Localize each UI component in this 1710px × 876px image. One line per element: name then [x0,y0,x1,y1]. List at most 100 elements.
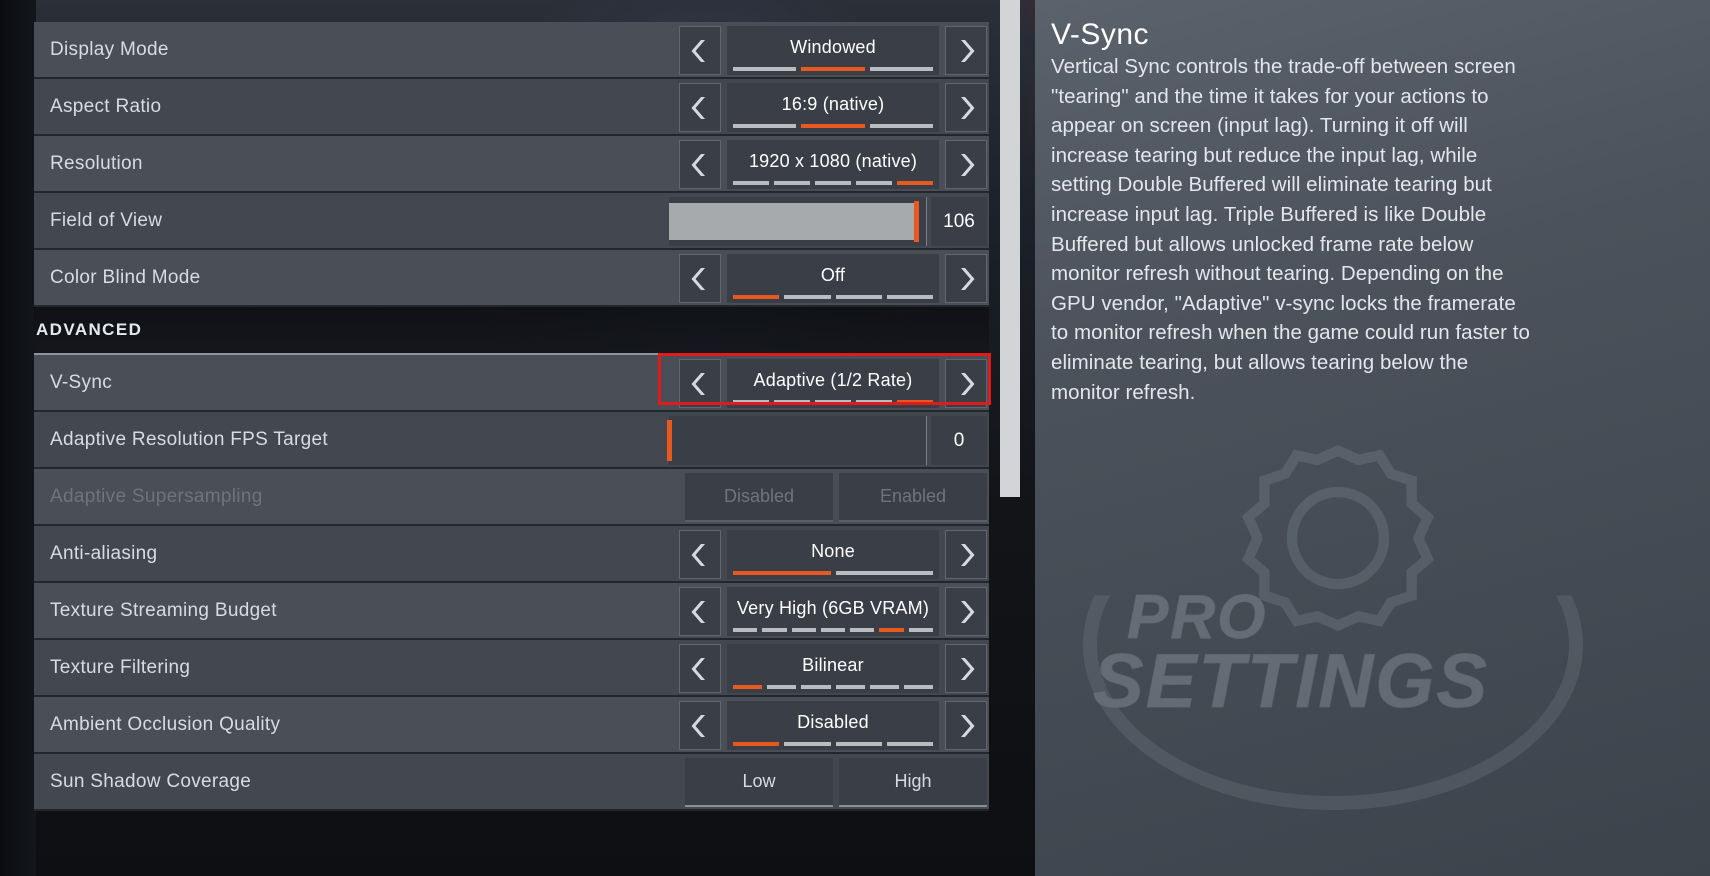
chevron-left-icon[interactable] [679,26,721,75]
chevron-left-icon[interactable] [679,530,721,579]
value-segment-bar [733,67,933,71]
value-segment-bar [733,628,933,632]
setting-value-box[interactable]: Disabled [727,701,939,750]
setting-row-ambient-occlusion-quality[interactable]: Ambient Occlusion Quality Disabled [34,697,989,754]
chevron-right-icon[interactable] [945,26,987,75]
stepper-anti-aliasing: None [679,530,987,579]
segment [869,67,933,71]
setting-value: Adaptive (1/2 Rate) [753,369,913,390]
chevron-right-icon[interactable] [945,140,987,189]
toggle-option-b[interactable]: Enabled [839,473,987,522]
settings-list: Display Mode Windowed Aspect Ratio 16:9 (na… [34,22,989,876]
value-segment-bar [733,295,933,299]
segment [801,124,865,128]
setting-row-anti-aliasing[interactable]: Anti-aliasing None [34,526,989,583]
chevron-left-icon[interactable] [679,587,721,636]
setting-label: Resolution [50,152,143,174]
setting-label: Adaptive Resolution FPS Target [50,428,328,450]
chevron-left-icon[interactable] [679,140,721,189]
setting-label: Sun Shadow Coverage [50,770,252,792]
stepper-ambient-occlusion-quality: Disabled [679,701,987,750]
toggle-option-a[interactable]: Low [685,758,833,807]
settings-scrollbar-thumb[interactable] [1000,0,1020,497]
setting-label: Aspect Ratio [50,95,162,117]
chevron-left-icon[interactable] [679,644,721,693]
setting-value-box[interactable]: Very High (6GB VRAM) [727,587,939,636]
segment [774,181,810,185]
slider-handle[interactable] [913,201,919,242]
chevron-right-icon[interactable] [945,587,987,636]
chevron-right-icon[interactable] [945,530,987,579]
setting-value: Off [820,264,846,285]
chevron-right-icon[interactable] [945,701,987,750]
pro-settings-watermark: PRO SETTINGS [1073,420,1593,840]
segment [733,295,780,299]
value-segment-bar [733,181,933,185]
segment [869,124,933,128]
segment [886,295,933,299]
setting-label: Display Mode [50,38,169,60]
chevron-left-icon[interactable] [679,701,721,750]
setting-label: Texture Filtering [50,656,191,678]
setting-value: Very High (6GB VRAM) [736,597,930,618]
value-segment-bar [733,400,933,404]
settings-scrollbar-track[interactable] [1000,0,1020,497]
slider-field-of-view[interactable] [669,197,927,246]
setting-row-texture-filtering[interactable]: Texture Filtering Bilinear [34,640,989,697]
chevron-left-icon[interactable] [679,359,721,408]
description-panel: V-Sync Vertical Sync controls the trade-… [1035,0,1710,876]
setting-row-color-blind-mode[interactable]: Color Blind Mode Off [34,250,989,307]
slider-fill [669,203,916,240]
stepper-display-mode: Windowed [679,26,987,75]
value-segment-bar [733,571,933,575]
segment [850,628,875,632]
segment [733,742,780,746]
setting-label: V-Sync [50,371,112,393]
setting-label: Ambient Occlusion Quality [50,713,281,735]
setting-row-display-mode[interactable]: Display Mode Windowed [34,22,989,79]
segment [801,685,831,689]
chevron-left-icon[interactable] [679,83,721,132]
chevron-left-icon[interactable] [679,254,721,303]
slider-handle[interactable] [667,420,672,461]
setting-row-field-of-view[interactable]: Field of View 106 [34,193,989,250]
chevron-right-icon[interactable] [945,644,987,693]
setting-value: None [811,540,855,561]
setting-row-texture-streaming-budget[interactable]: Texture Streaming Budget Very High (6GB V… [34,583,989,640]
setting-value-box[interactable]: Bilinear [727,644,939,693]
setting-row-adaptive-resolution-fps-target[interactable]: Adaptive Resolution FPS Target 0 [34,412,989,469]
segment [733,571,831,575]
toggle-option-a[interactable]: Disabled [685,473,833,522]
watermark-line2: SETTINGS [1092,639,1490,725]
setting-row-v-sync[interactable]: V-Sync Adaptive (1/2 Rate) [34,355,989,412]
segment [835,685,865,689]
toggle-option-b[interactable]: High [839,758,987,807]
segment [801,67,865,71]
segment [733,181,769,185]
slider-value: 0 [931,416,987,465]
setting-row-adaptive-supersampling[interactable]: Adaptive Supersampling Disabled Enabled [34,469,989,526]
setting-row-sun-shadow-coverage[interactable]: Sun Shadow Coverage Low High [34,754,989,811]
setting-value-box[interactable]: 16:9 (native) [727,83,939,132]
slider-adaptive-resolution-fps-target[interactable] [667,416,927,465]
setting-value-box[interactable]: 1920 x 1080 (native) [727,140,939,189]
toggle-pair-adaptive-supersampling: Disabled Enabled [685,473,987,522]
segment [897,181,933,185]
segment [879,628,904,632]
setting-value: 1920 x 1080 (native) [748,150,918,171]
segment [886,742,933,746]
setting-value-box[interactable]: Off [727,254,939,303]
chevron-right-icon[interactable] [945,359,987,408]
setting-value-box[interactable]: Windowed [727,26,939,75]
value-segment-bar [733,685,934,689]
chevron-right-icon[interactable] [945,254,987,303]
section-header-label: ADVANCED [36,320,143,339]
setting-value-box[interactable]: None [727,530,939,579]
chevron-right-icon[interactable] [945,83,987,132]
setting-row-resolution[interactable]: Resolution 1920 x 1080 (native) [34,136,989,193]
setting-value-box[interactable]: Adaptive (1/2 Rate) [727,359,939,408]
stepper-color-blind-mode: Off [679,254,987,303]
segment [835,571,933,575]
setting-row-aspect-ratio[interactable]: Aspect Ratio 16:9 (native) [34,79,989,136]
segment [774,400,810,404]
